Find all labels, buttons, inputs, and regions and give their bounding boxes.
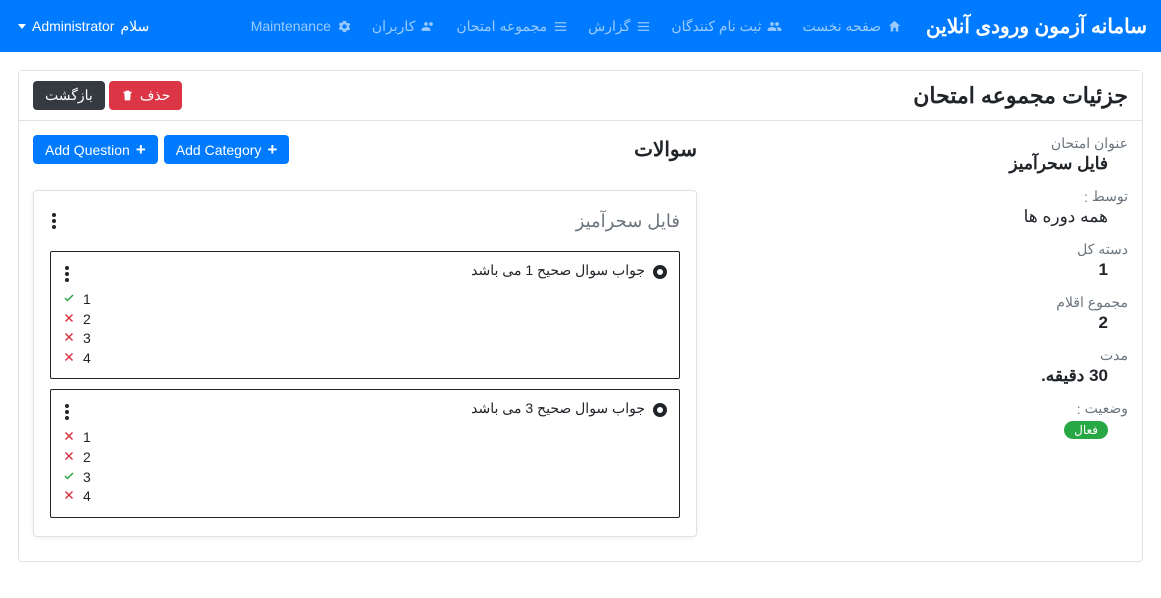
trash-icon <box>121 89 134 102</box>
option-row: 2 <box>63 448 641 468</box>
nav-maintenance-label: Maintenance <box>251 18 331 34</box>
nav-maintenance[interactable]: Maintenance <box>241 8 362 44</box>
add-question-label: Add Question <box>45 142 130 158</box>
info-title-value: فایل سحرآمیز <box>721 154 1128 174</box>
nav-registrants-label: ثبت نام کنندگان <box>671 18 761 35</box>
back-label: بازگشت <box>45 87 93 104</box>
back-button[interactable]: بازگشت <box>33 81 105 110</box>
nav-report[interactable]: گزارش <box>578 8 661 45</box>
option-row: 1 <box>63 290 641 310</box>
nav-users-label: کاربران <box>372 18 415 35</box>
category-title: فایل سحرآمیز <box>576 211 680 232</box>
gear-icon <box>337 19 352 34</box>
cross-icon <box>63 487 75 507</box>
option-number: 4 <box>83 487 93 507</box>
check-icon <box>63 290 75 310</box>
user-dropdown[interactable]: سلام Administrator <box>14 10 153 43</box>
delete-label: حذف <box>140 87 171 104</box>
nav-users[interactable]: کاربران <box>362 8 446 45</box>
question-text: جواب سوال صحیح 1 می باشد <box>71 262 645 279</box>
info-title-label: عنوان امتحان <box>721 135 1128 152</box>
option-number: 3 <box>83 329 93 349</box>
questions-heading: سوالات <box>634 137 697 162</box>
home-icon <box>887 19 902 34</box>
option-number: 2 <box>83 310 93 330</box>
category-box: فایل سحرآمیز جواب سوال صحیح 1 می باشد123… <box>33 190 697 537</box>
options-list: 1234 <box>63 428 641 506</box>
question-item: جواب سوال صحیح 3 می باشد 1234 <box>50 389 680 517</box>
cross-icon <box>63 310 75 330</box>
page-title: جزئیات مجموعه امتحان <box>913 83 1128 109</box>
info-by-label: توسط: <box>721 188 1128 205</box>
delete-button[interactable]: حذف <box>109 81 183 110</box>
option-row: 4 <box>63 487 641 507</box>
list-icon <box>636 19 651 34</box>
cross-icon <box>63 349 75 369</box>
option-row: 1 <box>63 428 641 448</box>
cross-icon <box>63 428 75 448</box>
option-row: 4 <box>63 349 641 369</box>
add-category-button[interactable]: + Add Category <box>164 135 290 164</box>
cross-icon <box>63 329 75 349</box>
nav-links: صفحه نخست ثبت نام کنندگان گزارش مجموعه ا… <box>241 8 912 45</box>
nav-home-label: صفحه نخست <box>802 18 881 35</box>
nav-exams[interactable]: مجموعه امتحان <box>446 8 578 45</box>
info-by-value: همه دوره ها <box>721 207 1128 227</box>
card-header: جزئیات مجموعه امتحان حذف بازگشت <box>19 71 1142 121</box>
info-cat-value: 1 <box>721 260 1128 280</box>
chevron-down-icon <box>18 24 26 29</box>
add-category-label: Add Category <box>176 142 262 158</box>
nav-home[interactable]: صفحه نخست <box>792 8 912 45</box>
bullet-icon <box>653 265 667 279</box>
main-card: جزئیات مجموعه امتحان حذف بازگشت عنوان ام… <box>18 70 1143 562</box>
option-row: 3 <box>63 468 641 488</box>
add-question-button[interactable]: + Add Question <box>33 135 158 164</box>
user-name: Administrator <box>32 18 114 34</box>
info-items-value: 2 <box>721 313 1128 333</box>
nav-report-label: گزارش <box>588 18 630 35</box>
options-list: 1234 <box>63 290 641 368</box>
option-number: 1 <box>83 290 93 310</box>
list-icon <box>553 19 568 34</box>
option-number: 4 <box>83 349 93 369</box>
users-icon <box>767 19 782 34</box>
question-item: جواب سوال صحیح 1 می باشد 1234 <box>50 251 680 379</box>
check-icon <box>63 468 75 488</box>
cross-icon <box>63 448 75 468</box>
option-number: 3 <box>83 468 93 488</box>
brand-title[interactable]: سامانه آزمون ورودی آنلاین <box>926 14 1147 39</box>
plus-icon: + <box>267 141 277 158</box>
option-number: 2 <box>83 448 93 468</box>
info-status-label: وضعیت: <box>721 400 1128 417</box>
info-duration-value: 30 دقیقه. <box>721 366 1128 386</box>
info-panel: عنوان امتحان فایل سحرآمیز توسط: همه دوره… <box>721 135 1128 537</box>
nav-registrants[interactable]: ثبت نام کنندگان <box>661 8 792 45</box>
users-icon <box>421 19 436 34</box>
status-badge: فعال <box>1064 421 1108 439</box>
more-icon[interactable] <box>63 262 71 286</box>
questions-panel: سوالات + Add Category + Add Question <box>33 135 697 537</box>
option-number: 1 <box>83 428 93 448</box>
more-icon[interactable] <box>63 400 71 424</box>
nav-exams-label: مجموعه امتحان <box>456 18 547 35</box>
info-cat-label: دسته کل <box>721 241 1128 258</box>
user-prefix: سلام <box>120 18 149 35</box>
plus-icon: + <box>136 141 146 158</box>
info-duration-label: مدت <box>721 347 1128 364</box>
info-items-label: مجموع اقلام <box>721 294 1128 311</box>
option-row: 2 <box>63 310 641 330</box>
top-navbar: سامانه آزمون ورودی آنلاین صفحه نخست ثبت … <box>0 0 1161 52</box>
question-text: جواب سوال صحیح 3 می باشد <box>71 400 645 417</box>
option-row: 3 <box>63 329 641 349</box>
bullet-icon <box>653 403 667 417</box>
more-icon[interactable] <box>50 209 58 233</box>
